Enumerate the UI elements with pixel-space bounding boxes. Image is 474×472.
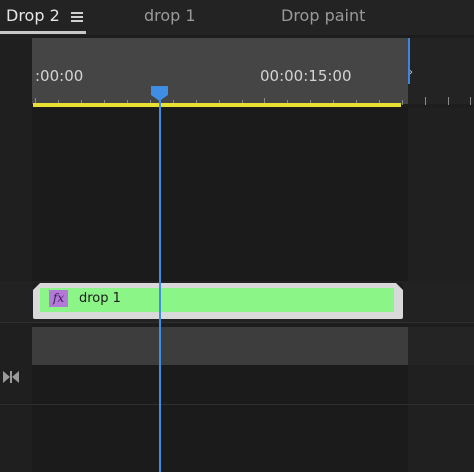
panel-tab-bar: Drop 2 drop 1 Drop paint <box>0 0 474 35</box>
bow-tie-icon[interactable] <box>2 370 20 384</box>
ruler-timecode-start: :00:00 <box>35 67 84 85</box>
fx-badge-icon[interactable]: fx <box>49 290 68 307</box>
tab-drop-1[interactable]: drop 1 <box>144 6 196 25</box>
playhead-icon[interactable] <box>151 86 168 101</box>
lower-track-area[interactable] <box>32 365 408 472</box>
tab-drop-2[interactable]: Drop 2 <box>6 6 60 25</box>
clip-name: drop 1 <box>79 291 121 306</box>
chevron-right-icon: › <box>409 67 413 78</box>
video-track-area[interactable] <box>32 108 408 281</box>
clip-body[interactable]: fx drop 1 <box>40 288 394 312</box>
lower-track-overflow <box>408 365 474 472</box>
work-area-bar[interactable] <box>33 103 401 107</box>
playhead-line[interactable] <box>159 98 161 472</box>
tab-drop-paint[interactable]: Drop paint <box>281 6 365 25</box>
track-divider <box>0 404 474 405</box>
hamburger-menu-icon[interactable] <box>71 12 83 22</box>
active-tab-underline <box>0 31 86 34</box>
ruler-timecode-15s: 00:00:15:00 <box>260 67 352 85</box>
timeline-clip[interactable]: fx drop 1 <box>33 283 403 319</box>
clip-corner-left <box>33 283 40 290</box>
video-track-overflow <box>408 108 474 281</box>
audio-track[interactable] <box>32 327 408 365</box>
audio-track-overflow <box>408 327 474 365</box>
track-divider <box>0 322 474 323</box>
clip-corner-right <box>396 283 403 290</box>
